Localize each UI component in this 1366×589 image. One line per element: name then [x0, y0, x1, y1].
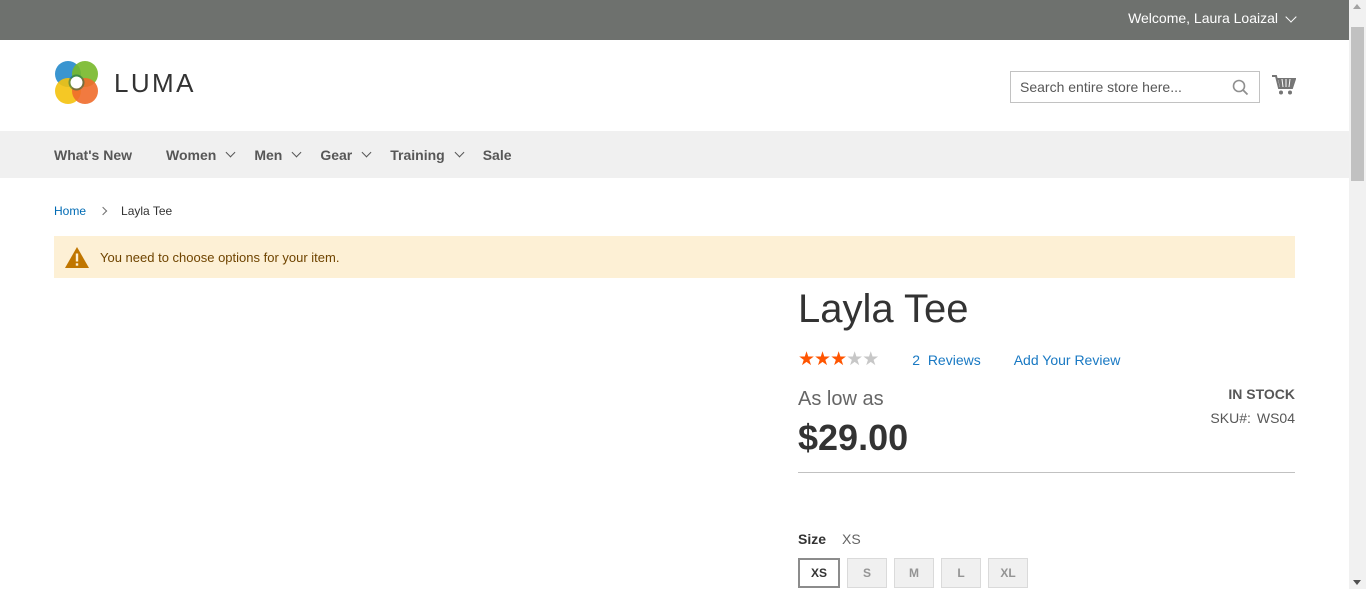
- chevron-down-icon: [225, 147, 236, 158]
- nav-item-training[interactable]: Training: [390, 146, 465, 163]
- product-rating: ★ ★ ★ ★ ★ 2 Reviews Add Your Review: [798, 350, 1120, 369]
- page: Welcome, Laura Loaizal LUMA Search entir…: [0, 0, 1349, 589]
- size-selected-value: XS: [842, 531, 861, 547]
- scroll-down-arrow-icon[interactable]: [1353, 580, 1361, 585]
- chevron-down-icon: [361, 147, 372, 158]
- size-swatch-l[interactable]: L: [941, 558, 981, 588]
- nav-item-gear[interactable]: Gear: [320, 146, 372, 163]
- star-icon: ★: [798, 348, 816, 370]
- main-nav: What's New Women Men Gear Training Sale: [0, 131, 1349, 178]
- star-icon: ★: [846, 348, 864, 370]
- scrollbar-thumb[interactable]: [1351, 27, 1364, 181]
- breadcrumb-home-link[interactable]: Home: [54, 204, 86, 218]
- stock-status: In stock: [1228, 386, 1295, 402]
- size-label: Size: [798, 531, 827, 547]
- size-swatch-m[interactable]: M: [894, 558, 934, 588]
- product-price: $29.00: [798, 417, 909, 458]
- nav-item-label: What's New: [54, 146, 133, 163]
- customer-menu[interactable]: Welcome, Laura Loaizal: [1128, 10, 1297, 26]
- search-input[interactable]: [1011, 72, 1221, 102]
- sku-value: WS04: [1256, 410, 1295, 426]
- breadcrumb: Home Layla Tee: [54, 204, 172, 218]
- star-icon: ★: [814, 348, 832, 370]
- add-review-link[interactable]: Add Your Review: [1014, 352, 1121, 368]
- divider: [798, 472, 1295, 473]
- star-icon: ★: [862, 348, 880, 370]
- warning-icon: [65, 246, 89, 268]
- size-swatches: XS S M L XL: [797, 557, 1035, 589]
- nav-item-label: Sale: [482, 146, 512, 163]
- nav-item-sale[interactable]: Sale: [483, 147, 512, 163]
- reviews-link[interactable]: 2 Reviews: [912, 352, 980, 368]
- cart-icon[interactable]: [1272, 74, 1296, 96]
- chevron-down-icon: [454, 147, 465, 158]
- product-sku: SKU#: WS04: [1210, 410, 1295, 426]
- nav-item-women[interactable]: Women: [166, 146, 236, 163]
- logo-text: LUMA: [114, 67, 196, 98]
- rating-stars: ★ ★ ★ ★ ★: [798, 348, 880, 370]
- price-prefix: As low as: [798, 388, 884, 410]
- size-swatch-s[interactable]: S: [847, 558, 887, 588]
- nav-item-label: Training: [390, 146, 445, 163]
- star-icon: ★: [830, 348, 848, 370]
- search-icon[interactable]: [1232, 79, 1249, 96]
- warning-message: You need to choose options for your item…: [54, 236, 1295, 278]
- product-title: Layla Tee: [798, 287, 969, 331]
- breadcrumb-current: Layla Tee: [121, 204, 173, 218]
- chevron-down-icon: [291, 147, 302, 158]
- reviews-label: Reviews: [927, 351, 981, 368]
- sku-label: SKU#:: [1210, 410, 1251, 426]
- luma-logo-icon: [55, 61, 98, 104]
- chevron-right-icon: [98, 206, 108, 216]
- nav-item-men[interactable]: Men: [254, 146, 302, 163]
- nav-item-label: Women: [166, 146, 217, 163]
- review-count: 2: [912, 351, 921, 368]
- chevron-down-icon: [1285, 10, 1297, 23]
- logo[interactable]: LUMA: [54, 61, 196, 105]
- nav-item-whats-new[interactable]: What's New: [54, 147, 132, 163]
- nav-item-label: Men: [254, 146, 283, 163]
- size-swatch-xs[interactable]: XS: [797, 557, 841, 589]
- vertical-scrollbar[interactable]: [1349, 0, 1366, 589]
- warning-message-text: You need to choose options for your item…: [100, 249, 340, 265]
- search-box: [1010, 71, 1260, 103]
- size-swatch-xl[interactable]: XL: [988, 558, 1028, 588]
- top-bar: Welcome, Laura Loaizal: [0, 0, 1349, 40]
- welcome-text: Welcome, Laura Loaizal: [1128, 10, 1278, 26]
- scroll-up-arrow-icon[interactable]: [1353, 4, 1361, 9]
- nav-item-label: Gear: [320, 146, 353, 163]
